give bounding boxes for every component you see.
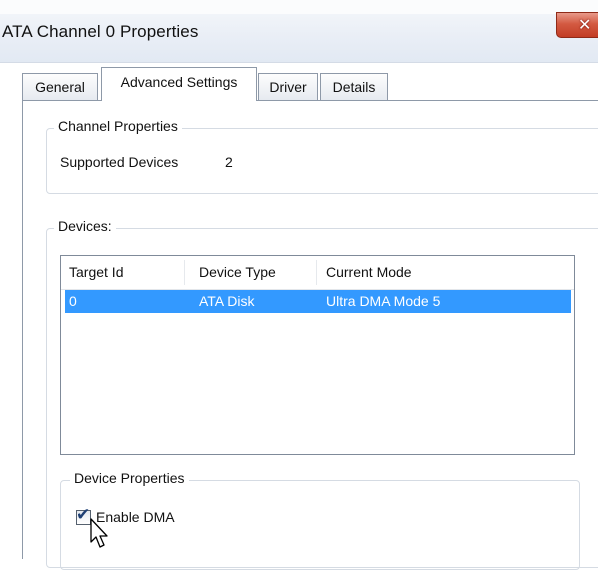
tab-advanced-settings[interactable]: Advanced Settings — [101, 67, 257, 101]
column-header-target-id[interactable]: Target Id — [61, 256, 183, 289]
column-header-current-mode[interactable]: Current Mode — [318, 256, 518, 289]
close-button[interactable]: ✕ — [556, 12, 598, 38]
devices-list[interactable]: Target Id Device Type Current Mode 0 ATA… — [60, 255, 575, 455]
supported-devices-label: Supported Devices — [60, 154, 179, 170]
channel-properties-title: Channel Properties — [54, 118, 182, 134]
tab-label: Driver — [269, 79, 307, 95]
close-icon: ✕ — [578, 17, 592, 34]
tab-label: General — [35, 79, 85, 95]
column-separator — [316, 260, 317, 285]
devices-list-header: Target Id Device Type Current Mode — [61, 256, 574, 290]
device-properties-group — [60, 480, 580, 570]
enable-dma-checkbox[interactable]: ✔ — [76, 505, 91, 525]
cell-current-mode: Ultra DMA Mode 5 — [326, 293, 441, 309]
title-bar: ATA Channel 0 Properties ✕ — [0, 0, 598, 63]
tab-label: Advanced Settings — [120, 74, 238, 90]
cell-device-type: ATA Disk — [199, 293, 255, 309]
device-row-selected[interactable]: 0 ATA Disk Ultra DMA Mode 5 — [65, 290, 571, 313]
cell-target-id: 0 — [69, 293, 77, 309]
supported-devices-value: 2 — [225, 154, 233, 170]
tab-details[interactable]: Details — [320, 73, 388, 100]
window-title: ATA Channel 0 Properties — [2, 22, 199, 41]
title-bar-highlight — [0, 0, 598, 14]
tab-driver[interactable]: Driver — [258, 73, 318, 100]
tab-label: Details — [332, 79, 376, 95]
column-header-device-type[interactable]: Device Type — [191, 256, 315, 289]
tab-general[interactable]: General — [22, 73, 98, 100]
mouse-pointer-icon — [90, 518, 108, 548]
checkmark-icon: ✔ — [76, 505, 91, 524]
device-properties-title: Device Properties — [70, 470, 189, 486]
devices-title: Devices: — [54, 218, 116, 234]
column-separator — [184, 260, 185, 285]
